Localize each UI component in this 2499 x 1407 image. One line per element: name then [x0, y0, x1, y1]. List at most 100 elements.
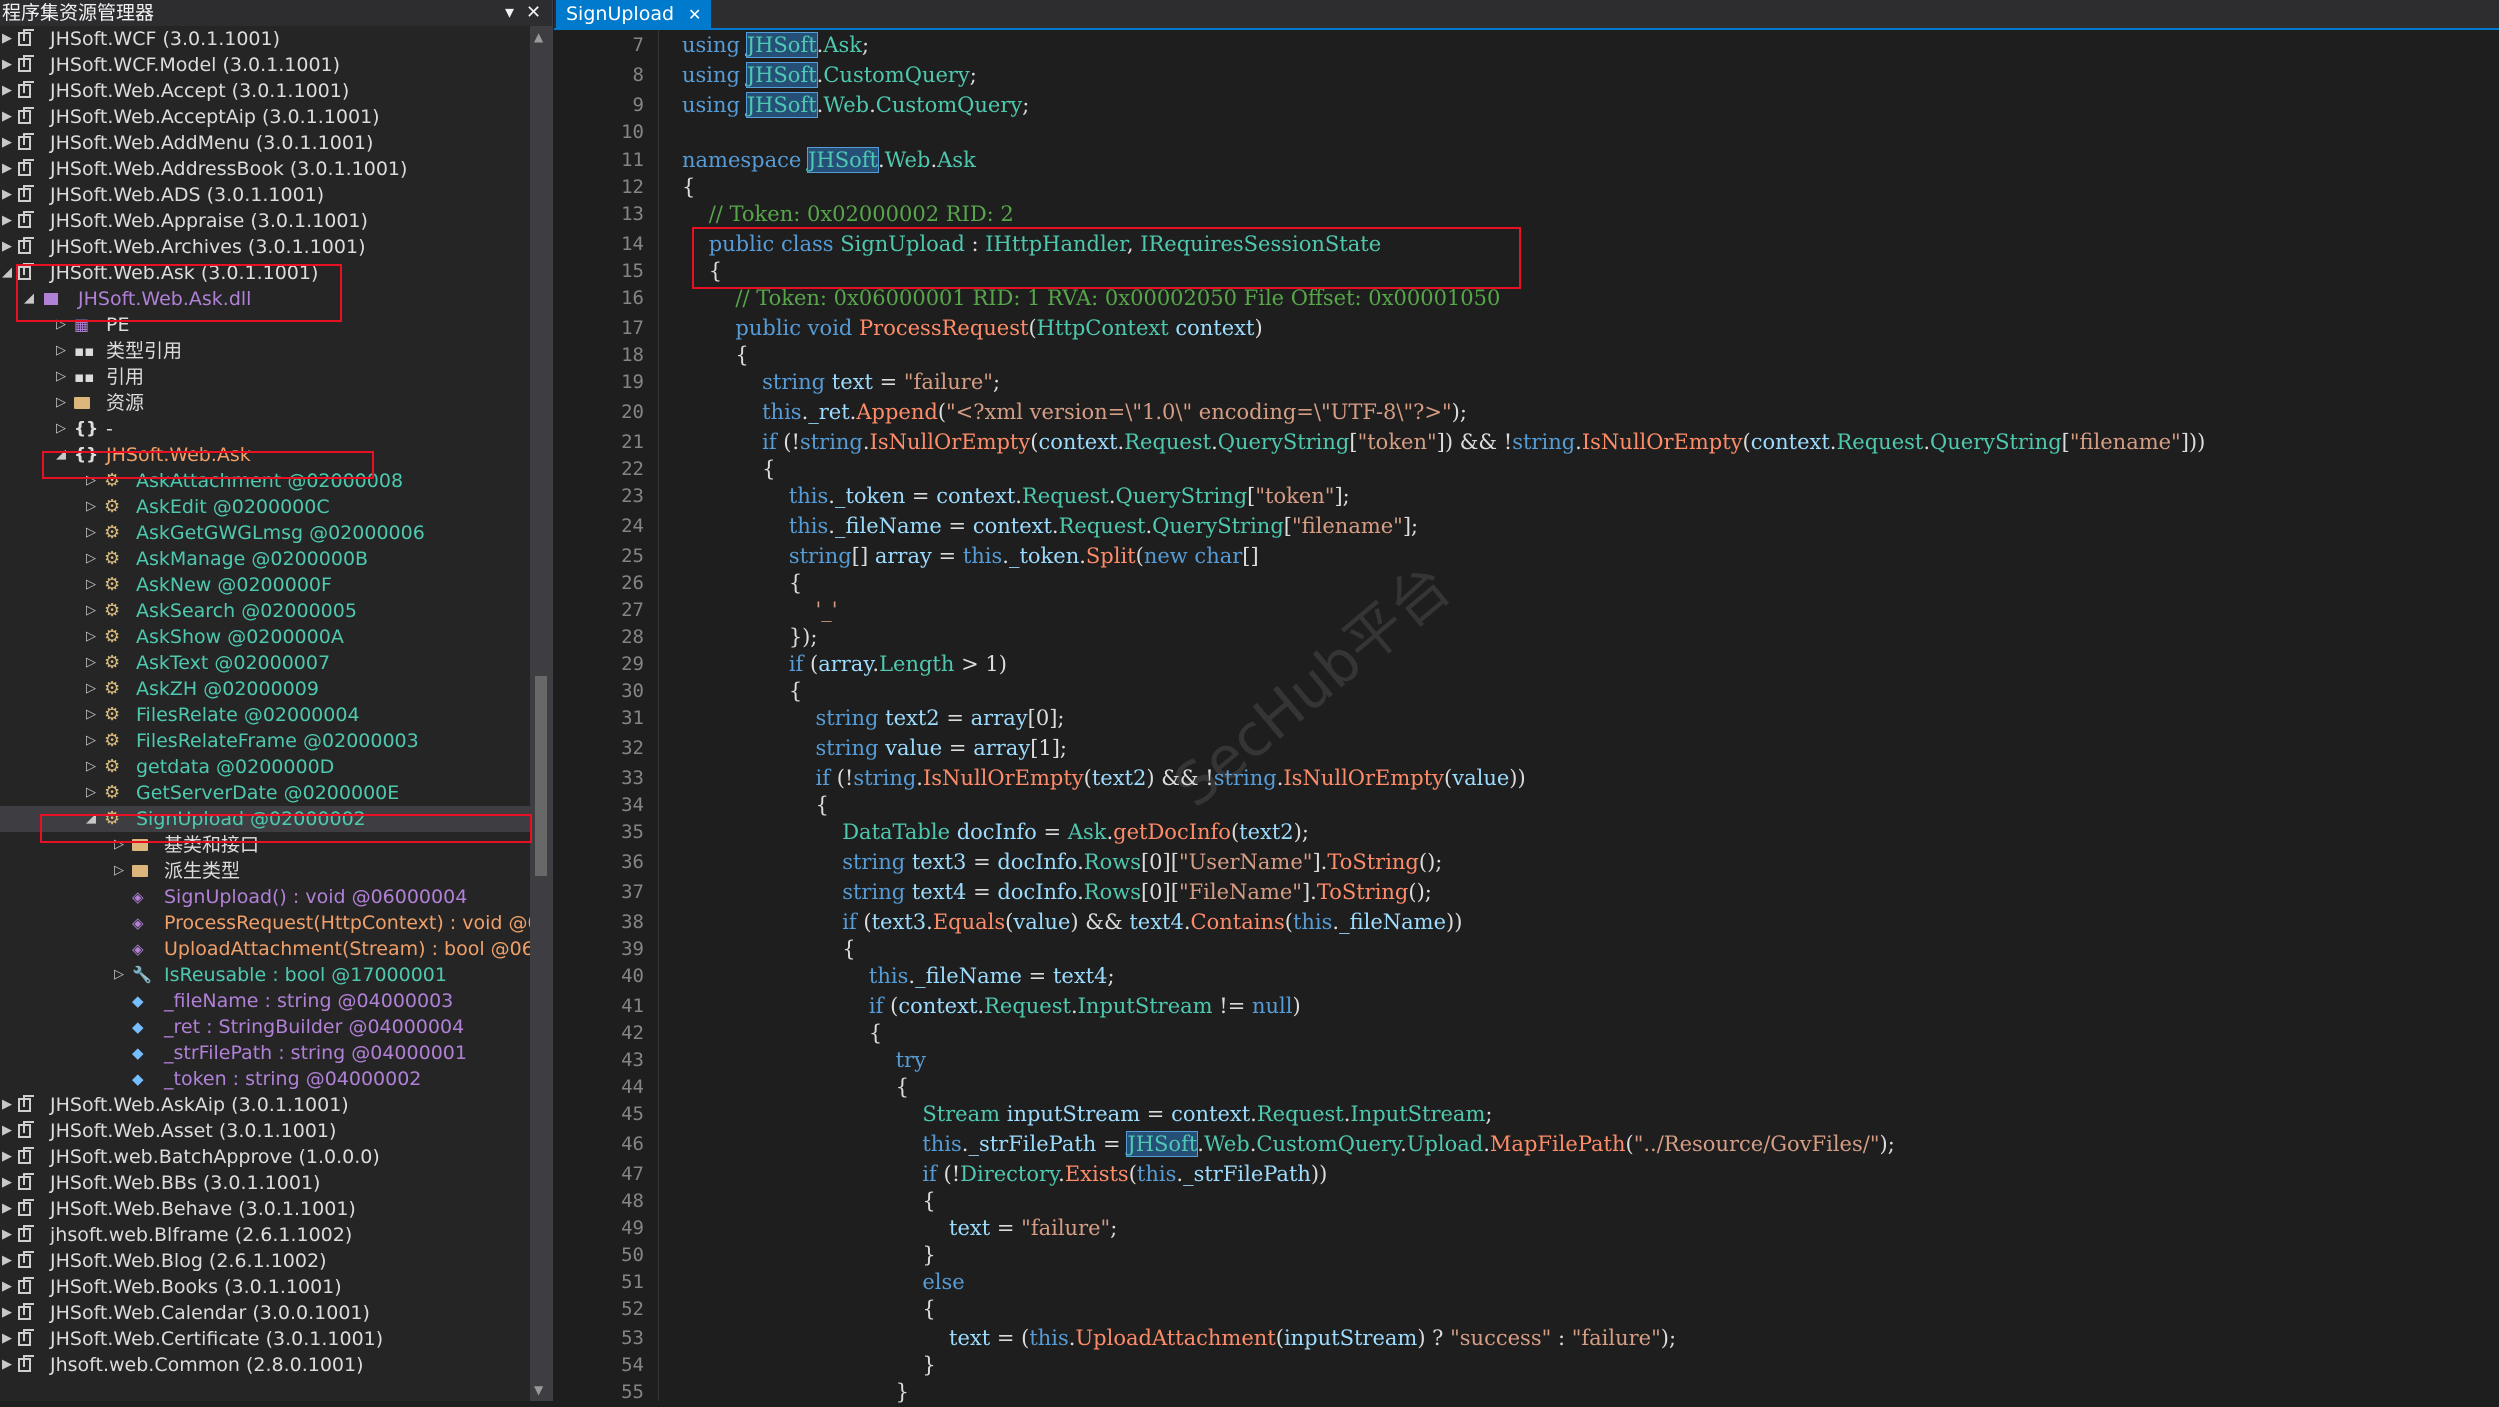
- tree-node[interactable]: ▶ JHSoft.Web.AcceptAip (3.0.1.1001): [0, 104, 530, 130]
- tree-node[interactable]: ▶ JHSoft.Web.Blog (2.6.1.1002): [0, 1248, 530, 1274]
- tree-node[interactable]: ▷ 🔧 IsReusable : bool @17000001: [0, 962, 530, 988]
- collapse-arrow-icon[interactable]: ◢: [22, 286, 36, 312]
- tree-node[interactable]: ▷ {} -: [0, 416, 530, 442]
- tab-close-icon[interactable]: ✕: [688, 5, 701, 24]
- tree-node[interactable]: ◢ JHSoft.Web.Ask.dll: [0, 286, 530, 312]
- expand-arrow-icon[interactable]: ▶: [0, 1170, 14, 1196]
- expand-arrow-icon[interactable]: ▷: [84, 572, 98, 598]
- tree-node[interactable]: ▶ JHSoft.Web.Asset (3.0.1.1001): [0, 1118, 530, 1144]
- expand-arrow-icon[interactable]: ▶: [0, 1144, 14, 1170]
- expand-arrow-icon[interactable]: ▶: [0, 156, 14, 182]
- dropdown-icon[interactable]: ▾: [505, 0, 514, 26]
- expand-arrow-icon[interactable]: ▷: [84, 780, 98, 806]
- tree-node[interactable]: ▶ JHSoft.Web.AddressBook (3.0.1.1001): [0, 156, 530, 182]
- tree-node[interactable]: ◢ {} JHSoft.Web.Ask: [0, 442, 530, 468]
- tree-node[interactable]: ▶ JHSoft.Web.Appraise (3.0.1.1001): [0, 208, 530, 234]
- expand-arrow-icon[interactable]: ▷: [54, 416, 68, 442]
- scroll-up-icon[interactable]: ▲: [534, 30, 543, 44]
- tree-node[interactable]: ▶ JHSoft.Web.BBs (3.0.1.1001): [0, 1170, 530, 1196]
- expand-arrow-icon[interactable]: ▷: [112, 832, 126, 858]
- tree-node[interactable]: ▷ ⚙ AskGetGWGLmsg @02000006: [0, 520, 530, 546]
- tree-node[interactable]: ▶ jhsoft.web.Blframe (2.6.1.1002): [0, 1222, 530, 1248]
- collapse-arrow-icon[interactable]: ◢: [84, 806, 98, 832]
- tree-node[interactable]: ▷ ⚙ GetServerDate @0200000E: [0, 780, 530, 806]
- tree-node[interactable]: ◈ SignUpload() : void @06000004: [0, 884, 530, 910]
- expand-arrow-icon[interactable]: ▶: [0, 1274, 14, 1300]
- tree-node[interactable]: ▷ 派生类型: [0, 858, 530, 884]
- tree-node[interactable]: ▶ JHSoft.WCF (3.0.1.1001): [0, 26, 530, 52]
- close-icon[interactable]: ✕: [526, 0, 541, 26]
- scroll-thumb[interactable]: [535, 676, 547, 876]
- expand-arrow-icon[interactable]: ▶: [0, 208, 14, 234]
- expand-arrow-icon[interactable]: ▷: [84, 520, 98, 546]
- scroll-down-icon[interactable]: ▼: [534, 1383, 543, 1397]
- expand-arrow-icon[interactable]: ▷: [84, 754, 98, 780]
- tree-node[interactable]: ▷ ⚙ AskEdit @0200000C: [0, 494, 530, 520]
- code-editor[interactable]: 7 8 9 10 11 12 13 14 15 16 17 18 19 20 21 22 23 24 25 26 27 2…: [554, 30, 2499, 1404]
- expand-arrow-icon[interactable]: ▶: [0, 1196, 14, 1222]
- tree-node[interactable]: ▷ ⚙ FilesRelateFrame @02000003: [0, 728, 530, 754]
- collapse-arrow-icon[interactable]: ◢: [54, 442, 68, 468]
- tree-node[interactable]: ▷ ▪▪ 类型引用: [0, 338, 530, 364]
- tree-node[interactable]: ▶ JHSoft.Web.Certificate (3.0.1.1001): [0, 1326, 530, 1352]
- tree-node[interactable]: ▶ JHSoft.WCF.Model (3.0.1.1001): [0, 52, 530, 78]
- tree-node[interactable]: ▷ ⚙ AskNew @0200000F: [0, 572, 530, 598]
- tree-node[interactable]: ▶ JHSoft.Web.Archives (3.0.1.1001): [0, 234, 530, 260]
- collapse-arrow-icon[interactable]: ◢: [0, 260, 14, 286]
- tree-node[interactable]: ◢ ⚙ SignUpload @02000002: [0, 806, 530, 832]
- tree-node[interactable]: ▷ ▦ PE: [0, 312, 530, 338]
- tree-node[interactable]: ◆ _ret : StringBuilder @04000004: [0, 1014, 530, 1040]
- tree-node[interactable]: ◈ UploadAttachment(Stream) : bool @0600: [0, 936, 552, 962]
- expand-arrow-icon[interactable]: ▶: [0, 104, 14, 130]
- tree-node[interactable]: ▷ ⚙ AskShow @0200000A: [0, 624, 530, 650]
- expand-arrow-icon[interactable]: ▶: [0, 1352, 14, 1378]
- expand-arrow-icon[interactable]: ▶: [0, 78, 14, 104]
- tree-node[interactable]: ▷ ⚙ AskManage @0200000B: [0, 546, 530, 572]
- tree-node[interactable]: ▶ JHSoft.Web.Calendar (3.0.0.1001): [0, 1300, 530, 1326]
- tree-node[interactable]: ▶ JHSoft.web.BatchApprove (1.0.0.0): [0, 1144, 530, 1170]
- expand-arrow-icon[interactable]: ▶: [0, 182, 14, 208]
- tree-node[interactable]: ▷ ⚙ getdata @0200000D: [0, 754, 530, 780]
- expand-arrow-icon[interactable]: ▶: [0, 234, 14, 260]
- expand-arrow-icon[interactable]: ▷: [54, 364, 68, 390]
- tree-node[interactable]: ▷ 基类和接口: [0, 832, 530, 858]
- tree-node[interactable]: ◈ ProcessRequest(HttpContext) : void @060: [0, 910, 552, 936]
- tree-node[interactable]: ▷ ⚙ AskText @02000007: [0, 650, 530, 676]
- tree-node[interactable]: ▷ ▪▪ 引用: [0, 364, 530, 390]
- expand-arrow-icon[interactable]: ▷: [84, 468, 98, 494]
- expand-arrow-icon[interactable]: ▶: [0, 1300, 14, 1326]
- tree-node[interactable]: ▷ 资源: [0, 390, 530, 416]
- tree-node[interactable]: ▶ JHSoft.Web.Accept (3.0.1.1001): [0, 78, 530, 104]
- tree-node[interactable]: ▶ JHSoft.Web.Books (3.0.1.1001): [0, 1274, 530, 1300]
- tree-node[interactable]: ◆ _fileName : string @04000003: [0, 988, 530, 1014]
- expand-arrow-icon[interactable]: ▷: [84, 676, 98, 702]
- expand-arrow-icon[interactable]: ▶: [0, 1326, 14, 1352]
- expand-arrow-icon[interactable]: ▷: [112, 858, 126, 884]
- tree-node[interactable]: ◢ JHSoft.Web.Ask (3.0.1.1001): [0, 260, 530, 286]
- expand-arrow-icon[interactable]: ▷: [54, 312, 68, 338]
- expand-arrow-icon[interactable]: ▷: [112, 962, 126, 988]
- expand-arrow-icon[interactable]: ▷: [54, 390, 68, 416]
- expand-arrow-icon[interactable]: ▶: [0, 1222, 14, 1248]
- tree-node[interactable]: ▶ JHSoft.Web.AddMenu (3.0.1.1001): [0, 130, 530, 156]
- expand-arrow-icon[interactable]: ▶: [0, 1092, 14, 1118]
- tree-node[interactable]: ▷ ⚙ AskAttachment @02000008: [0, 468, 530, 494]
- expand-arrow-icon[interactable]: ▷: [84, 598, 98, 624]
- tree-node[interactable]: ▷ ⚙ AskSearch @02000005: [0, 598, 530, 624]
- expand-arrow-icon[interactable]: ▶: [0, 1248, 14, 1274]
- expand-arrow-icon[interactable]: ▷: [84, 546, 98, 572]
- expand-arrow-icon[interactable]: ▷: [84, 494, 98, 520]
- tree-node[interactable]: ◆ _strFilePath : string @04000001: [0, 1040, 530, 1066]
- tab-signupload[interactable]: SignUpload ✕: [556, 0, 712, 28]
- tree-node[interactable]: ◆ _token : string @04000002: [0, 1066, 530, 1092]
- expand-arrow-icon[interactable]: ▷: [84, 702, 98, 728]
- tree-node[interactable]: ▶ Jhsoft.web.Common (2.8.0.1001): [0, 1352, 530, 1378]
- tree-scrollbar[interactable]: ▲ ▼: [530, 26, 552, 1401]
- expand-arrow-icon[interactable]: ▷: [84, 650, 98, 676]
- tree-node[interactable]: ▷ ⚙ AskZH @02000009: [0, 676, 530, 702]
- tree-node[interactable]: ▷ ⚙ FilesRelate @02000004: [0, 702, 530, 728]
- expand-arrow-icon[interactable]: ▶: [0, 26, 14, 52]
- tree-node[interactable]: ▶ JHSoft.Web.AskAip (3.0.1.1001): [0, 1092, 530, 1118]
- tree-node[interactable]: ▶ JHSoft.Web.ADS (3.0.1.1001): [0, 182, 530, 208]
- expand-arrow-icon[interactable]: ▷: [54, 338, 68, 364]
